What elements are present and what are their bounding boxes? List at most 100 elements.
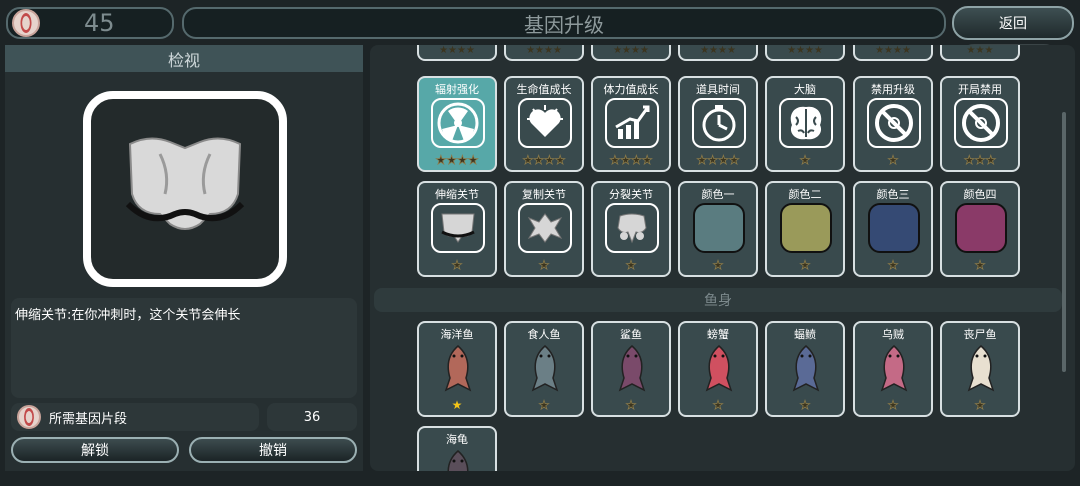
upgrade-card-title: 复制关节 (522, 188, 566, 201)
split-joint-icon (605, 203, 659, 253)
star-icon: ★ (707, 153, 719, 168)
star-rating: ★ (942, 398, 1018, 413)
star-icon: ★ (887, 258, 899, 273)
zombie-fish-icon (954, 343, 1008, 395)
star-icon: ★ (974, 398, 986, 413)
star-icon: ★ (451, 398, 463, 412)
star-icon: ★ (620, 153, 632, 168)
star-icon: ★ (457, 153, 469, 168)
brain-icon (779, 98, 833, 148)
upgrade-card[interactable]: 颜色一 ★ (678, 181, 758, 277)
fish-body-card-title: 海龟 (446, 433, 468, 446)
star-icon: ★ (533, 153, 545, 168)
star-icon: ★ (974, 153, 986, 168)
star-icon: ★ (696, 153, 708, 168)
upgrade-card-title: 生命值成长 (516, 83, 572, 96)
star-icon: ★ (451, 258, 463, 273)
star-icon: ★ (728, 153, 740, 168)
turtle-icon (431, 448, 485, 471)
upgrade-card[interactable]: 生命值成长 ★★★★ (504, 76, 584, 172)
card-partial[interactable]: ★★★★ (591, 45, 671, 61)
card-partial[interactable]: ★★★★ (678, 45, 758, 61)
upgrade-card[interactable]: 复制关节 ★ (504, 181, 584, 277)
unlock-button[interactable]: 解锁 (11, 437, 179, 463)
item-description: 伸缩关节:在你冲刺时，这个关节会伸长 (11, 298, 357, 398)
squid-icon (867, 343, 921, 395)
shark-icon (605, 343, 659, 395)
upgrade-card-title: 颜色二 (788, 188, 822, 201)
fish-body-card-title: 蝠鲼 (794, 328, 816, 341)
page-title-bar: 基因升级 (182, 7, 946, 39)
back-button[interactable]: 返回 (952, 6, 1074, 40)
scrollbar[interactable] (1062, 112, 1066, 372)
ban-upgrade-icon (867, 98, 921, 148)
upgrade-card[interactable]: 开局禁用 ★★★ (940, 76, 1020, 172)
crab-icon (692, 343, 746, 395)
star-rating: ★ (593, 398, 669, 413)
copy-joint-icon (518, 203, 572, 253)
fish-body-card-title: 鲨鱼 (620, 328, 642, 341)
inspect-panel: 检视 伸缩关节:在你冲刺时，这个关节会伸长 所需基因片段 36 解锁 撤销 (5, 45, 363, 471)
card-partial[interactable]: ★★★★ (853, 45, 933, 61)
heart-icon (518, 98, 572, 148)
star-rating: ★ (767, 258, 843, 273)
undo-button[interactable]: 撤销 (189, 437, 357, 463)
star-icon: ★ (538, 398, 550, 413)
fish-body-card[interactable]: 海洋鱼 ★ (417, 321, 497, 417)
upgrade-card[interactable]: 颜色二 ★ (765, 181, 845, 277)
ban-start-icon (954, 98, 1008, 148)
fish-body-card-title: 螃蟹 (707, 328, 729, 341)
fish-body-card[interactable]: 乌贼 ★ (853, 321, 933, 417)
fish-body-card[interactable]: 食人鱼 ★ (504, 321, 584, 417)
star-icon: ★ (435, 153, 447, 168)
star-rating: ★ (419, 398, 495, 412)
star-rating: ★ (767, 398, 843, 413)
star-icon: ★ (799, 153, 811, 168)
star-rating: ★ (855, 398, 931, 413)
fish-body-card[interactable]: 海龟 (417, 426, 497, 471)
upgrade-card[interactable]: 大脑 ★ (765, 76, 845, 172)
upgrade-card-title: 道具时间 (696, 83, 740, 96)
star-icon: ★ (609, 153, 621, 168)
star-rating: ★ (593, 258, 669, 273)
star-icon: ★ (712, 398, 724, 413)
star-rating: ★ (419, 258, 495, 273)
upgrade-card[interactable]: 道具时间 ★★★★ (678, 76, 758, 172)
upgrade-card-title: 禁用升级 (871, 83, 915, 96)
star-icon: ★ (985, 153, 997, 168)
star-rating: ★ (680, 398, 756, 413)
fish-body-card[interactable]: 螃蟹 ★ (678, 321, 758, 417)
color-swatch (779, 203, 833, 253)
upgrade-card[interactable]: 体力值成长 ★★★★ (591, 76, 671, 172)
radiation-icon (431, 98, 485, 148)
upgrade-card-title: 颜色三 (876, 188, 910, 201)
upgrade-card[interactable]: 颜色三 ★ (853, 181, 933, 277)
star-rating: ★★★★ (506, 153, 582, 168)
fish-body-card-title: 乌贼 (882, 328, 904, 341)
upgrade-card[interactable]: 禁用升级 ★ (853, 76, 933, 172)
star-icon: ★ (963, 153, 975, 168)
fish-body-card[interactable]: 丧尸鱼 ★ (940, 321, 1020, 417)
star-icon: ★ (631, 153, 643, 168)
star-icon: ★ (799, 258, 811, 273)
fish-body-card[interactable]: 鲨鱼 ★ (591, 321, 671, 417)
fish-body-card-title: 海洋鱼 (440, 328, 474, 341)
selected-item-preview (83, 91, 287, 287)
manta-icon (779, 343, 833, 395)
fish-body-card[interactable]: 蝠鲼 ★ (765, 321, 845, 417)
star-icon: ★ (446, 153, 458, 168)
card-partial[interactable]: ★★★★ (417, 45, 497, 61)
star-icon: ★ (887, 153, 899, 168)
star-rating: ★★★ (942, 153, 1018, 168)
card-partial[interactable]: ★★★★ (765, 45, 845, 61)
fish-body-section-header: 鱼身 (374, 288, 1062, 312)
card-partial[interactable]: ★★★★ (504, 45, 584, 61)
upgrade-card[interactable]: 颜色四 ★ (940, 181, 1020, 277)
color-swatch (867, 203, 921, 253)
star-icon: ★ (641, 153, 653, 168)
upgrade-card[interactable]: 辐射强化 ★★★★ (417, 76, 497, 172)
upgrade-card[interactable]: 分裂关节 ★ (591, 181, 671, 277)
star-icon: ★ (718, 153, 730, 168)
upgrade-card[interactable]: 伸缩关节 ★ (417, 181, 497, 277)
card-partial[interactable]: ★★★ (940, 45, 1020, 61)
